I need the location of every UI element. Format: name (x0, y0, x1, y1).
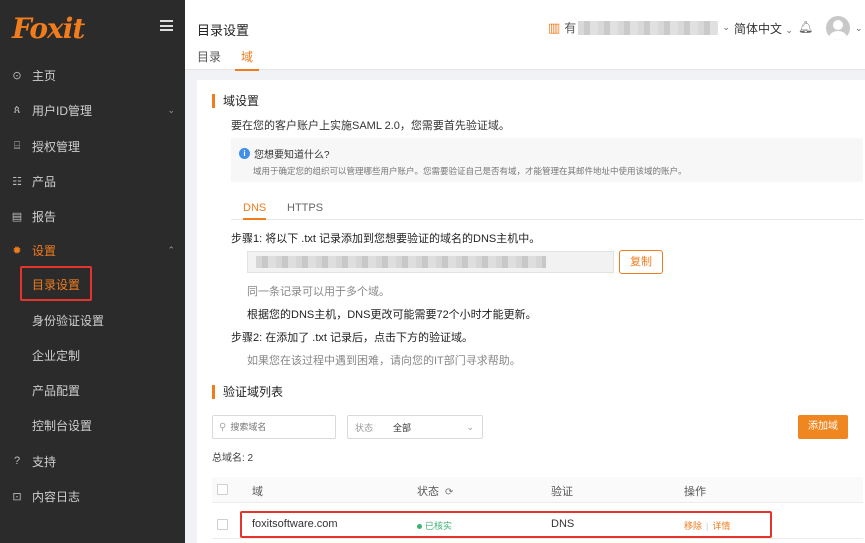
sidebar-sub-customization[interactable]: 企业定制 (0, 340, 185, 370)
copy-button[interactable]: 复制 (619, 250, 663, 274)
txt-record-field[interactable] (247, 251, 614, 273)
section-title-verified-list: 验证域列表 (212, 385, 283, 399)
chevron-down-icon: ⌄ (167, 104, 175, 115)
sidebar-sub-auth-settings[interactable]: 身份验证设置 (0, 305, 185, 335)
sidebar-item-label: 设置 (32, 243, 57, 258)
log-icon: ⊡ (12, 490, 22, 503)
status-filter-select[interactable]: 状态 全部 ⌄ (347, 415, 483, 439)
chevron-down-icon[interactable]: ⌄ (855, 23, 863, 34)
product-icon: ☷ (12, 175, 22, 188)
sidebar-item-label: 产品 (32, 174, 57, 189)
sidebar-item-log[interactable]: ⊡ 内容日志 (0, 481, 185, 511)
info-detail: 域用于确定您的组织可以管理哪些用户账户。您需要验证自己是否有域，才能管理在其邮件… (253, 166, 687, 176)
verification-method-tabs: DNS HTTPS (231, 198, 863, 220)
license-icon: ⌸ (13, 139, 21, 152)
home-icon: ⊙ (12, 69, 22, 82)
note-dns-delay: 根据您的DNS主机，DNS更改可能需要72个小时才能更新。 (247, 309, 537, 321)
avatar[interactable] (826, 16, 850, 40)
sidebar-item-home[interactable]: ⊙ 主页 (0, 60, 185, 90)
page-tabs: 目录 域 (197, 48, 279, 71)
sidebar-item-label: 报告 (32, 209, 57, 224)
chevron-down-icon: ⌄ (785, 25, 793, 35)
section-title-domain-settings: 域设置 (212, 94, 259, 108)
search-icon: ⚲ (219, 421, 227, 433)
sidebar-sub-product-config[interactable]: 产品配置 (0, 375, 185, 405)
step-1-text: 步骤1: 将以下 .txt 记录添加到您想要验证的域名的DNS主机中。 (231, 233, 541, 245)
select-all-checkbox[interactable] (217, 484, 228, 495)
status-filter-value: 全部 (393, 422, 412, 433)
column-status: 状态 ⟳ (417, 483, 453, 499)
search-input[interactable] (230, 422, 326, 432)
domain-settings-card: 域设置 要在您的客户账户上实施SAML 2.0，您需要首先验证域。 i 您想要知… (197, 80, 865, 543)
add-domain-button[interactable]: 添加域 (798, 415, 848, 439)
sidebar: Foxit ⊙ 主页 ጰ 用户ID管理 ⌄ ⌸ 授权管理 ☷ 产品 ▤ 报告 ✹… (0, 0, 185, 543)
help-icon: ? (13, 455, 21, 467)
note-multi-domain: 同一条记录可以用于多个域。 (247, 286, 390, 298)
bell-icon[interactable]: 🔔︎ (798, 20, 813, 34)
column-domain: 域 (252, 486, 263, 498)
sidebar-item-report[interactable]: ▤ 报告 (0, 201, 185, 231)
top-header: 目录设置 目录 域 ▥ 有 ⌄ 简体中文 ⌄ 🔔︎ ⌄ (185, 0, 865, 71)
page-title: 目录设置 (197, 23, 250, 38)
status-filter-label: 状态 (355, 422, 374, 433)
chevron-down-icon: ⌄ (722, 22, 730, 32)
highlight-box (20, 266, 92, 301)
info-question-text: 您想要知道什么? (254, 150, 330, 161)
sidebar-item-label: 内容日志 (32, 489, 81, 504)
highlight-box (240, 511, 772, 538)
language-selector[interactable]: 简体中文 ⌄ (734, 20, 793, 37)
step-2-text: 步骤2: 在添加了 .txt 记录后，点击下方的验证域。 (231, 332, 474, 344)
language-label: 简体中文 (734, 22, 783, 36)
tab-domain[interactable]: 域 (235, 48, 260, 71)
org-selector[interactable]: ▥ 有 ⌄ (548, 19, 730, 36)
domain-table-header: 域 状态 ⟳ 验证 操作 (212, 477, 863, 503)
sidebar-item-support[interactable]: ? 支持 (0, 446, 185, 476)
chevron-down-icon: ⌄ (466, 421, 474, 432)
building-icon: ▥ (548, 19, 561, 35)
sidebar-item-user-id[interactable]: ጰ 用户ID管理 ⌄ (0, 95, 185, 125)
row-checkbox[interactable] (217, 519, 228, 530)
column-verification: 验证 (551, 486, 573, 498)
org-initial: 有 (564, 21, 577, 35)
note-help: 如果您在该过程中遇到困难，请向您的IT部门寻求帮助。 (247, 355, 521, 367)
report-icon: ▤ (11, 210, 23, 223)
org-name-redacted (578, 20, 719, 35)
sidebar-sub-console-settings[interactable]: 控制台设置 (0, 410, 185, 440)
column-status-label: 状态 (417, 486, 439, 498)
sidebar-item-product[interactable]: ☷ 产品 (0, 166, 185, 196)
sidebar-item-license[interactable]: ⌸ 授权管理 (0, 131, 185, 161)
txt-record-redacted (256, 256, 546, 268)
info-question[interactable]: i 您想要知道什么? (239, 146, 330, 161)
sidebar-item-label: 用户ID管理 (32, 103, 93, 118)
foxit-logo[interactable]: Foxit (12, 12, 85, 45)
gear-icon: ✹ (12, 244, 22, 257)
sidebar-item-label: 主页 (32, 68, 57, 83)
sidebar-item-label: 授权管理 (32, 139, 81, 154)
menu-toggle-icon[interactable] (160, 20, 173, 31)
column-actions: 操作 (684, 486, 706, 498)
info-box: i 您想要知道什么? 域用于确定您的组织可以管理哪些用户账户。您需要验证自己是否… (231, 138, 863, 182)
tab-directory[interactable]: 目录 (197, 48, 221, 71)
saml-description: 要在您的客户账户上实施SAML 2.0，您需要首先验证域。 (231, 120, 510, 132)
chevron-up-icon: ⌃ (167, 244, 175, 255)
refresh-icon[interactable]: ⟳ (445, 487, 453, 498)
user-icon: ጰ (13, 103, 21, 116)
sidebar-item-label: 支持 (32, 454, 57, 469)
search-domain-box[interactable]: ⚲ (212, 415, 336, 439)
sidebar-item-settings[interactable]: ✹ 设置 ⌃ (0, 235, 185, 265)
tab-dns[interactable]: DNS (243, 202, 267, 220)
total-domains: 总域名: 2 (212, 453, 254, 464)
tab-https[interactable]: HTTPS (287, 202, 323, 214)
info-icon: i (239, 148, 250, 159)
